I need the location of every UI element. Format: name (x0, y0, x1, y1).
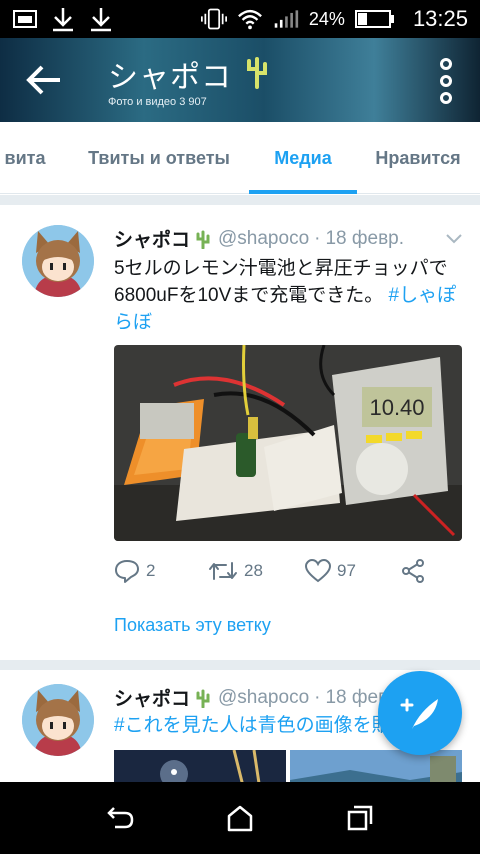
tweet-handle: @shapoco (218, 686, 310, 708)
reply-count: 2 (146, 561, 156, 580)
battery-percent: 24% (308, 8, 345, 29)
profile-tabs: вита Твиты и ответы Медиа Нравится (0, 122, 480, 194)
compose-tweet-button[interactable] (378, 671, 462, 755)
home-icon (227, 805, 253, 832)
profile-header: シャポコ Фото и видео 3 907 (0, 38, 480, 122)
tweet-date: 18 февр. (325, 227, 405, 249)
media-count: Фото и видео 3 907 (108, 96, 207, 108)
cactus-icon (196, 230, 210, 249)
share-button[interactable] (400, 558, 426, 584)
battery-icon (354, 6, 395, 32)
tab-media[interactable]: Медиа (249, 122, 357, 194)
nav-home-button[interactable] (220, 800, 260, 836)
tweet[interactable]: シャポコ @shapoco · 18 февр. 5セルのレモン汁電池と昇圧チョ… (0, 205, 480, 660)
like-button[interactable]: 97 (305, 559, 356, 583)
cactus-icon (196, 689, 210, 708)
avatar[interactable] (22, 225, 94, 297)
heart-icon (305, 559, 331, 583)
more-vert-icon (440, 58, 452, 70)
arrow-left-icon (26, 65, 60, 95)
chevron-down-icon[interactable] (446, 234, 462, 244)
tweet-photo[interactable] (290, 750, 462, 782)
divider (0, 660, 480, 670)
tab-likes[interactable]: Нравится (366, 122, 470, 194)
tweet-actions: 2 28 97 (114, 556, 434, 586)
retweet-icon (209, 562, 237, 580)
profile-name: シャポコ (108, 52, 271, 96)
compose-feather-icon (400, 698, 438, 729)
gallery-icon (12, 6, 38, 32)
retweet-count: 28 (244, 561, 263, 580)
tweet-handle: @shapoco (218, 227, 310, 249)
avatar[interactable] (22, 684, 94, 756)
share-icon (402, 559, 424, 583)
retweet-button[interactable]: 28 (208, 559, 263, 583)
divider (0, 195, 480, 205)
like-count: 97 (337, 561, 356, 580)
system-navigation-bar (0, 782, 480, 854)
vibrate-icon (200, 6, 227, 32)
tweet-photo[interactable] (114, 749, 286, 782)
more-options-button[interactable] (436, 58, 456, 104)
show-thread-link[interactable]: Показать эту ветку (114, 615, 271, 636)
back-icon (107, 807, 134, 829)
meter-reading: 10.40 (369, 395, 424, 420)
tweet-text: 5セルのレモン汁電池と昇圧チョッパで6800uFを10Vまで充電できた。 #しゃ… (114, 258, 457, 333)
tab-tweets[interactable]: вита (0, 122, 70, 194)
tweet-photo[interactable]: 10.40 (114, 345, 462, 541)
reply-icon (115, 560, 139, 583)
hashtag-link[interactable]: #これを見た人は青色の画像を貼 (114, 715, 391, 736)
nav-back-button[interactable] (100, 800, 140, 836)
tab-tweets-replies[interactable]: Твиты и ответы (78, 122, 240, 194)
wifi-icon (237, 6, 263, 32)
tweet-author-name[interactable]: シャポコ (114, 225, 190, 252)
download-icon (88, 6, 114, 32)
nav-recents-button[interactable] (340, 800, 380, 836)
recents-icon (347, 805, 373, 831)
status-bar: 24% 13:25 (0, 0, 480, 38)
download-icon (50, 6, 76, 32)
cactus-icon (247, 57, 268, 89)
clock: 13:25 (412, 6, 468, 31)
signal-icon (273, 6, 299, 32)
tweet-author-name[interactable]: シャポコ (114, 684, 190, 711)
back-button[interactable] (20, 56, 68, 104)
reply-button[interactable]: 2 (114, 559, 155, 583)
